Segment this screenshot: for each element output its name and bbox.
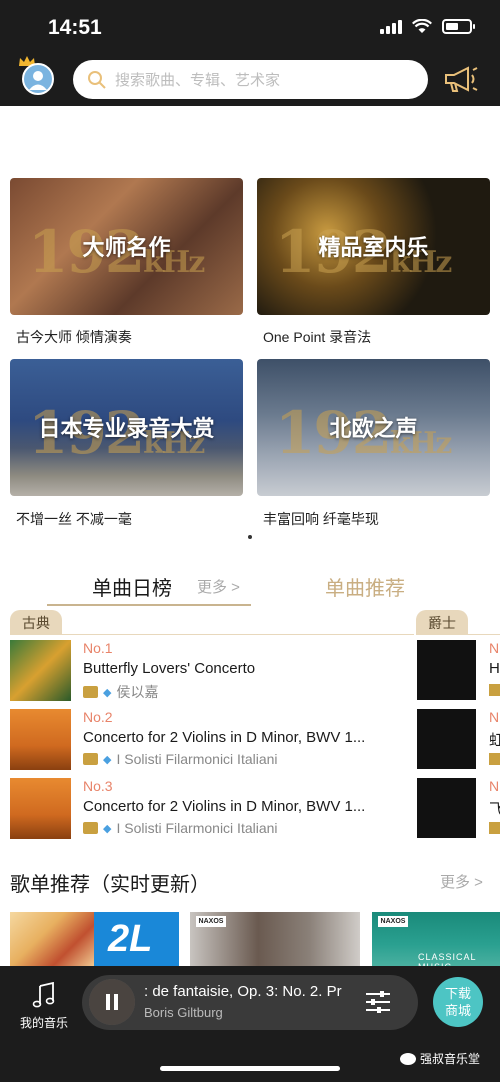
playlist-card[interactable]: NAXOS CLASSICAL MUSIC <box>372 912 500 966</box>
watermark: 强叔音乐堂 <box>400 1050 480 1067</box>
tile-masterpieces[interactable]: 192kHz 大师名作 <box>10 178 243 315</box>
my-music-label[interactable]: 我的音乐 <box>20 1014 68 1031</box>
mini-player[interactable]: : de fantaisie, Op. 3: No. 2. Pr Boris G… <box>82 975 418 1030</box>
album-cover <box>10 640 71 701</box>
list-item[interactable]: No.3 Concerto for 2 Violins in D Minor, … <box>10 778 410 840</box>
song-name: Concerto for 2 Violins in D Minor, BWV 1… <box>83 729 366 746</box>
genre-badge-classical[interactable]: 古典 <box>10 610 62 634</box>
battery-icon <box>442 19 475 34</box>
chart-more-link[interactable]: 更多 > <box>197 576 240 597</box>
playlist-card[interactable]: NAXOS <box>190 912 360 966</box>
song-artist: 侯以嘉 <box>116 684 159 700</box>
divider <box>416 634 500 635</box>
divider <box>10 634 414 635</box>
album-cover[interactable] <box>417 778 476 838</box>
tile-title: 北欧之声 <box>329 416 418 442</box>
playlist-settings-icon[interactable] <box>365 990 391 1014</box>
hi-res-badge-icon <box>489 753 500 765</box>
song-name: H <box>489 660 500 677</box>
hi-res-badge-icon <box>489 822 500 834</box>
song-rank: No.2 <box>83 709 113 725</box>
song-name: Butterfly Lovers' Concerto <box>83 660 256 677</box>
tile-subtitle: 不增一丝 不减一毫 <box>16 511 132 527</box>
song-name: 飞 <box>489 801 500 818</box>
tile-subtitle: One Point 录音法 <box>263 329 372 345</box>
hi-res-badge-icon <box>83 753 98 765</box>
tile-subtitle: 古今大师 倾情演奏 <box>16 329 132 345</box>
now-playing-art[interactable] <box>89 979 135 1025</box>
tile-subtitle: 丰富回响 纤毫毕现 <box>263 511 379 527</box>
song-rank: No.3 <box>83 778 113 794</box>
playlist-card[interactable] <box>10 912 94 966</box>
album-cover[interactable] <box>417 640 476 700</box>
list-item[interactable]: No.1 Butterfly Lovers' Concerto ◆ 侯以嘉 <box>10 640 410 702</box>
person-icon <box>29 71 47 90</box>
pause-icon[interactable] <box>89 979 135 1025</box>
playlist-section-title: 歌单推荐（实时更新） <box>10 874 210 896</box>
genre-badge-jazz[interactable]: 爵士 <box>416 610 468 634</box>
wifi-icon <box>412 19 432 33</box>
song-artist: I Solisti Filarmonici Italiani <box>116 820 278 836</box>
album-cover <box>10 778 71 839</box>
playlist-card-label: CLASSICAL MUSIC <box>418 952 477 966</box>
diamond-icon: ◆ <box>103 753 112 766</box>
hi-res-badge-icon <box>489 684 500 696</box>
playlist-card-label: NAXOS <box>378 916 408 927</box>
watermark-text: 强叔音乐堂 <box>420 1052 481 1066</box>
song-name: 虹 <box>489 732 500 749</box>
song-rank: N <box>489 640 500 656</box>
tile-title: 大师名作 <box>82 235 171 261</box>
diamond-icon: ◆ <box>103 822 112 835</box>
wechat-icon <box>400 1052 416 1065</box>
hi-res-badge-icon <box>83 822 98 834</box>
tile-chamber[interactable]: 192kHz 精品室内乐 <box>257 178 490 315</box>
song-name: Concerto for 2 Violins in D Minor, BWV 1… <box>83 798 366 815</box>
search-placeholder: 搜索歌曲、专辑、艺术家 <box>115 72 281 89</box>
store-label: 下载 <box>444 986 471 1001</box>
tile-title: 精品室内乐 <box>318 235 429 261</box>
now-playing-title: : de fantaisie, Op. 3: No. 2. Pr <box>144 983 342 1000</box>
tab-recommend[interactable]: 单曲推荐 <box>325 572 405 601</box>
playlist-card-label: NAXOS <box>196 916 226 927</box>
search-input[interactable]: 搜索歌曲、专辑、艺术家 <box>73 60 428 99</box>
download-store-button[interactable]: 下载 商城 <box>433 977 483 1027</box>
tile-title: 日本专业录音大赏 <box>38 416 215 442</box>
song-artist: I Solisti Filarmonici Italiani <box>116 751 278 767</box>
carousel-dot <box>248 535 252 539</box>
hi-res-badge-icon <box>83 686 98 698</box>
tab-underline <box>47 604 251 606</box>
playlist-card[interactable]: 2L <box>94 912 179 966</box>
tab-daily-chart[interactable]: 单曲日榜 <box>92 572 172 601</box>
song-rank: No.1 <box>83 640 113 656</box>
user-avatar-icon[interactable] <box>22 63 54 95</box>
song-rank: N <box>489 778 500 794</box>
album-cover <box>10 709 71 770</box>
song-rank: N <box>489 709 500 725</box>
search-icon <box>88 70 106 89</box>
playlist-card-label: 2L <box>108 918 153 960</box>
diamond-icon: ◆ <box>103 686 112 699</box>
list-item[interactable]: No.2 Concerto for 2 Violins in D Minor, … <box>10 709 410 771</box>
tile-japan[interactable]: 192kHz 日本专业录音大赏 <box>10 359 243 496</box>
music-note-icon[interactable] <box>32 982 56 1008</box>
cellular-signal-icon <box>380 19 402 34</box>
album-cover[interactable] <box>417 709 476 769</box>
playlist-more-link[interactable]: 更多 > <box>440 871 483 892</box>
status-time: 14:51 <box>48 16 102 39</box>
now-playing-artist: Boris Giltburg <box>144 1005 223 1020</box>
tile-nordic[interactable]: 192kHz 北欧之声 <box>257 359 490 496</box>
status-icons <box>380 19 475 34</box>
home-indicator[interactable] <box>160 1066 340 1071</box>
megaphone-icon[interactable] <box>442 64 480 94</box>
store-label: 商城 <box>444 1003 471 1018</box>
